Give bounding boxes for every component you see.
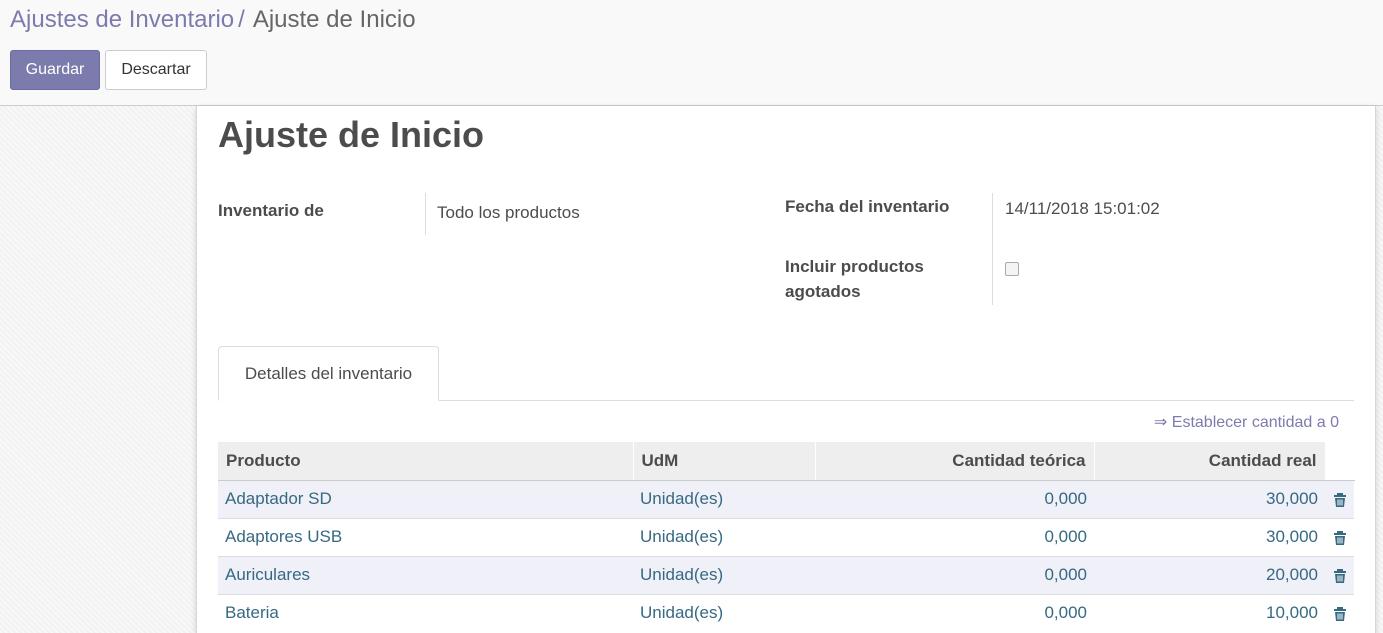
cell-theoretical-qty: 0,000 <box>815 479 1094 518</box>
form-sheet: Ajuste de Inicio Inventario de Todo los … <box>196 106 1376 633</box>
cell-theoretical-qty: 0,000 <box>815 517 1094 556</box>
inventory-date-label: Fecha del inventario <box>785 197 950 216</box>
include-exhausted-checkbox[interactable] <box>1005 262 1019 276</box>
cell-uom[interactable]: Unidad(es) <box>633 555 815 594</box>
inventory-date-value[interactable]: 14/11/2018 15:01:02 <box>1005 199 1160 219</box>
breadcrumb-parent-link[interactable]: Ajustes de Inventario <box>10 6 234 33</box>
column-header-product[interactable]: Producto <box>218 442 634 481</box>
breadcrumb-separator: / <box>238 6 245 33</box>
cell-product[interactable]: Bateria <box>218 593 633 632</box>
save-button[interactable]: Guardar <box>10 50 100 90</box>
inventory-lines-table: Producto UdM Cantidad teórica Cantidad r… <box>218 442 1355 632</box>
breadcrumb-current: Ajuste de Inicio <box>252 6 416 33</box>
delete-row-button[interactable] <box>1325 479 1354 518</box>
field-separator <box>425 193 426 235</box>
column-header-actions <box>1325 442 1355 481</box>
column-header-real-qty[interactable]: Cantidad real <box>1094 442 1326 481</box>
cell-product[interactable]: Adaptores USB <box>218 517 633 556</box>
inventory-of-label: Inventario de <box>218 201 324 220</box>
breadcrumb: Ajustes de Inventario / Ajuste de Inicio <box>10 6 416 34</box>
discard-button[interactable]: Descartar <box>105 50 207 90</box>
cell-real-qty[interactable]: 10,000 <box>1094 593 1325 632</box>
cell-uom[interactable]: Unidad(es) <box>633 593 815 632</box>
delete-row-button[interactable] <box>1325 555 1354 594</box>
delete-row-button[interactable] <box>1325 593 1354 632</box>
trash-icon[interactable] <box>1332 492 1348 508</box>
cell-uom[interactable]: Unidad(es) <box>633 479 815 518</box>
cell-theoretical-qty: 0,000 <box>815 593 1094 632</box>
inventory-of-value[interactable]: Todo los productos <box>437 203 580 223</box>
control-panel: Ajustes de Inventario / Ajuste de Inicio G… <box>0 0 1383 106</box>
table-header-row: Producto UdM Cantidad teórica Cantidad r… <box>218 442 1355 481</box>
trash-icon[interactable] <box>1332 530 1348 546</box>
form-view-background: Ajuste de Inicio Inventario de Todo los … <box>0 106 1383 633</box>
column-header-uom[interactable]: UdM <box>633 442 816 481</box>
set-quantity-zero-link[interactable]: ⇒ Establecer cantidad a 0 <box>1154 412 1339 432</box>
cell-theoretical-qty: 0,000 <box>815 555 1094 594</box>
tab-inventory-details[interactable]: Detalles del inventario <box>218 346 439 401</box>
cell-product[interactable]: Auriculares <box>218 555 633 594</box>
trash-icon[interactable] <box>1332 568 1348 584</box>
column-header-theoretical-qty[interactable]: Cantidad teórica <box>815 442 1095 481</box>
cell-real-qty[interactable]: 20,000 <box>1094 555 1325 594</box>
field-separator <box>992 193 993 305</box>
table-row[interactable]: Adaptores USB Unidad(es) 0,000 30,000 <box>218 517 1354 556</box>
cell-real-qty[interactable]: 30,000 <box>1094 479 1325 518</box>
include-exhausted-label: Incluir productos agotados <box>785 254 924 304</box>
table-row[interactable]: Auriculares Unidad(es) 0,000 20,000 <box>218 555 1354 594</box>
cell-product[interactable]: Adaptador SD <box>218 479 633 518</box>
delete-row-button[interactable] <box>1325 517 1354 556</box>
table-row[interactable]: Bateria Unidad(es) 0,000 10,000 <box>218 593 1354 632</box>
cell-uom[interactable]: Unidad(es) <box>633 517 815 556</box>
include-exhausted-label-line1: Incluir productos <box>785 257 924 276</box>
record-title: Ajuste de Inicio <box>218 114 485 155</box>
include-exhausted-label-line2: agotados <box>785 282 861 301</box>
trash-icon[interactable] <box>1332 606 1348 622</box>
table-row[interactable]: Adaptador SD Unidad(es) 0,000 30,000 <box>218 479 1354 518</box>
cell-real-qty[interactable]: 30,000 <box>1094 517 1325 556</box>
